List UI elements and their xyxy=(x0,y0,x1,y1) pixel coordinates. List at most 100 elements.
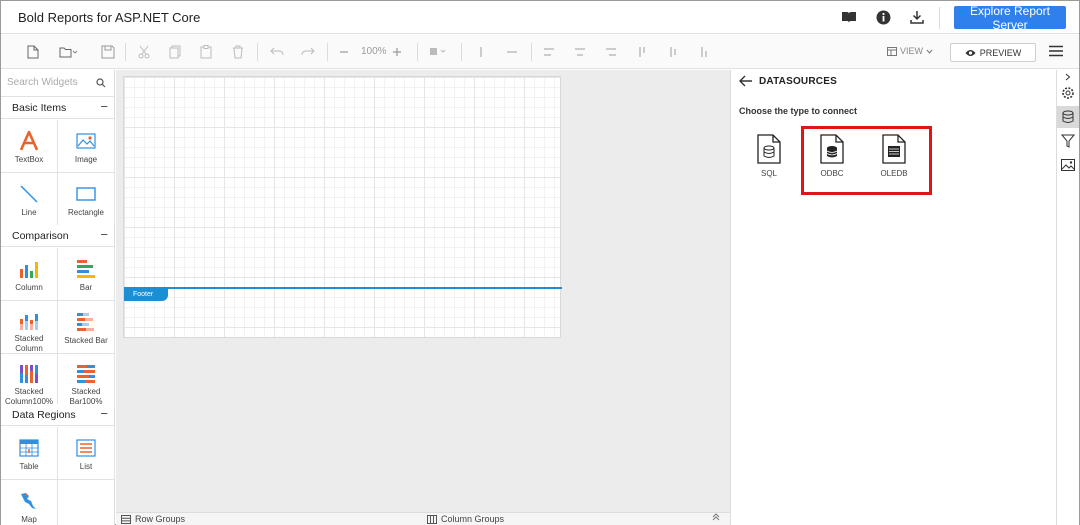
grouping-bar: Row Groups Column Groups xyxy=(116,512,730,525)
widgets-sidebar: Basic Items − TextBox Image Line Rectang… xyxy=(1,70,115,525)
widget-stacked-bar100[interactable]: Stacked Bar100% xyxy=(58,354,115,407)
collapse-icon[interactable]: − xyxy=(100,227,108,242)
sql-file-icon xyxy=(757,134,781,164)
back-arrow-icon[interactable] xyxy=(739,75,753,90)
paste-icon[interactable] xyxy=(200,43,212,61)
widget-label: Column xyxy=(15,283,43,292)
datasources-title: DATASOURCES xyxy=(759,76,837,87)
gear-icon[interactable] xyxy=(1057,82,1079,104)
align-bottom-icon[interactable] xyxy=(698,43,710,61)
redo-icon[interactable] xyxy=(301,43,315,61)
preview-button[interactable]: PREVIEW xyxy=(950,43,1036,62)
cut-icon[interactable] xyxy=(138,43,150,61)
undo-icon[interactable] xyxy=(270,43,284,61)
collapse-icon[interactable]: − xyxy=(100,406,108,421)
widget-bar[interactable]: Bar xyxy=(58,248,115,301)
widget-label: Map xyxy=(21,515,37,524)
search-icon[interactable] xyxy=(96,78,106,91)
toolbar-separator xyxy=(125,43,126,61)
widget-label: Line xyxy=(21,208,37,217)
widget-column[interactable]: Column xyxy=(1,248,58,301)
download-icon[interactable] xyxy=(907,7,927,27)
design-canvas-area: Footer xyxy=(116,70,730,512)
save-icon[interactable] xyxy=(101,43,115,61)
search-widgets-input[interactable] xyxy=(7,77,89,88)
category-comparison[interactable]: Comparison − xyxy=(1,225,114,247)
toolbar-separator xyxy=(531,43,532,61)
widget-label: Stacked Column xyxy=(14,334,44,353)
widget-line[interactable]: Line xyxy=(1,173,58,226)
fill-color-icon[interactable] xyxy=(429,43,449,61)
zoom-out-icon[interactable] xyxy=(339,43,349,61)
border-icon[interactable] xyxy=(475,43,487,61)
widget-table[interactable]: Table xyxy=(1,427,58,480)
book-icon[interactable] xyxy=(839,7,859,27)
category-label: Comparison xyxy=(12,230,69,242)
category-data-regions[interactable]: Data Regions − xyxy=(1,404,114,426)
image-icon xyxy=(76,130,96,152)
footer-tag[interactable]: Footer xyxy=(124,289,168,301)
align-right-icon[interactable] xyxy=(605,43,617,61)
category-label: Data Regions xyxy=(12,409,76,421)
datasource-sql[interactable]: SQL xyxy=(744,134,794,184)
view-dropdown[interactable]: VIEW xyxy=(887,46,933,56)
open-folder-icon[interactable] xyxy=(59,43,79,61)
datasources-panel: DATASOURCES Choose the type to connect S… xyxy=(730,70,1056,525)
copy-icon[interactable] xyxy=(169,43,181,61)
category-basic-items[interactable]: Basic Items − xyxy=(1,97,114,119)
align-top-icon[interactable] xyxy=(636,43,648,61)
widget-label: Stacked Bar xyxy=(64,336,108,345)
chevron-down-icon xyxy=(926,49,933,54)
column-groups-tab[interactable]: Column Groups xyxy=(427,514,504,524)
delete-icon[interactable] xyxy=(232,43,244,61)
widget-rectangle[interactable]: Rectangle xyxy=(58,173,115,226)
widget-map[interactable]: Map xyxy=(1,480,58,525)
textbox-icon xyxy=(20,130,38,152)
filter-icon[interactable] xyxy=(1057,130,1079,152)
widget-list[interactable]: List xyxy=(58,427,115,480)
widget-search xyxy=(1,70,114,97)
column-groups-label: Column Groups xyxy=(441,514,505,524)
footer-divider xyxy=(124,287,562,289)
line-style-icon[interactable] xyxy=(506,43,518,61)
stacked-bar100-icon xyxy=(76,364,96,384)
widget-image[interactable]: Image xyxy=(58,120,115,173)
info-icon[interactable] xyxy=(873,7,893,27)
database-icon[interactable] xyxy=(1057,106,1079,128)
widget-label: Rectangle xyxy=(67,208,105,217)
stacked-bar-icon xyxy=(76,311,96,333)
toolbar: 100% VIEW PREVIEW xyxy=(1,35,1079,69)
zoom-in-icon[interactable] xyxy=(392,43,402,61)
row-groups-icon xyxy=(121,514,131,524)
widget-stacked-column[interactable]: Stacked Column xyxy=(1,301,58,354)
align-left-icon[interactable] xyxy=(543,43,555,61)
new-file-icon[interactable] xyxy=(27,43,39,61)
explore-report-server-button[interactable]: Explore Report Server xyxy=(954,4,1066,32)
image-manager-icon[interactable] xyxy=(1057,154,1079,176)
align-middle-icon[interactable] xyxy=(667,43,679,61)
zoom-level: 100% xyxy=(361,46,387,57)
expand-groups-icon[interactable] xyxy=(712,513,720,521)
properties-rail xyxy=(1056,70,1079,525)
widget-stacked-bar[interactable]: Stacked Bar xyxy=(58,301,115,354)
align-center-icon[interactable] xyxy=(574,43,586,61)
widget-label: Image xyxy=(74,155,98,164)
map-icon xyxy=(19,490,39,512)
widget-textbox[interactable]: TextBox xyxy=(1,120,58,173)
highlight-box xyxy=(801,126,932,195)
collapse-icon[interactable]: − xyxy=(100,99,108,114)
stacked-column100-icon xyxy=(19,364,39,384)
table-icon xyxy=(19,437,39,459)
hamburger-menu-icon[interactable] xyxy=(1048,45,1064,60)
datasource-label: SQL xyxy=(760,169,777,178)
title-separator xyxy=(939,7,940,29)
toolbar-separator xyxy=(257,43,258,61)
view-label: VIEW xyxy=(900,46,924,56)
widget-stacked-column100[interactable]: Stacked Column100% xyxy=(1,354,58,407)
report-design-surface[interactable]: Footer xyxy=(123,76,562,338)
datasources-subtitle: Choose the type to connect xyxy=(739,106,858,116)
preview-label: PREVIEW xyxy=(979,47,1022,58)
category-label: Basic Items xyxy=(12,102,67,114)
toolbar-separator xyxy=(327,43,328,61)
row-groups-tab[interactable]: Row Groups xyxy=(121,514,185,524)
